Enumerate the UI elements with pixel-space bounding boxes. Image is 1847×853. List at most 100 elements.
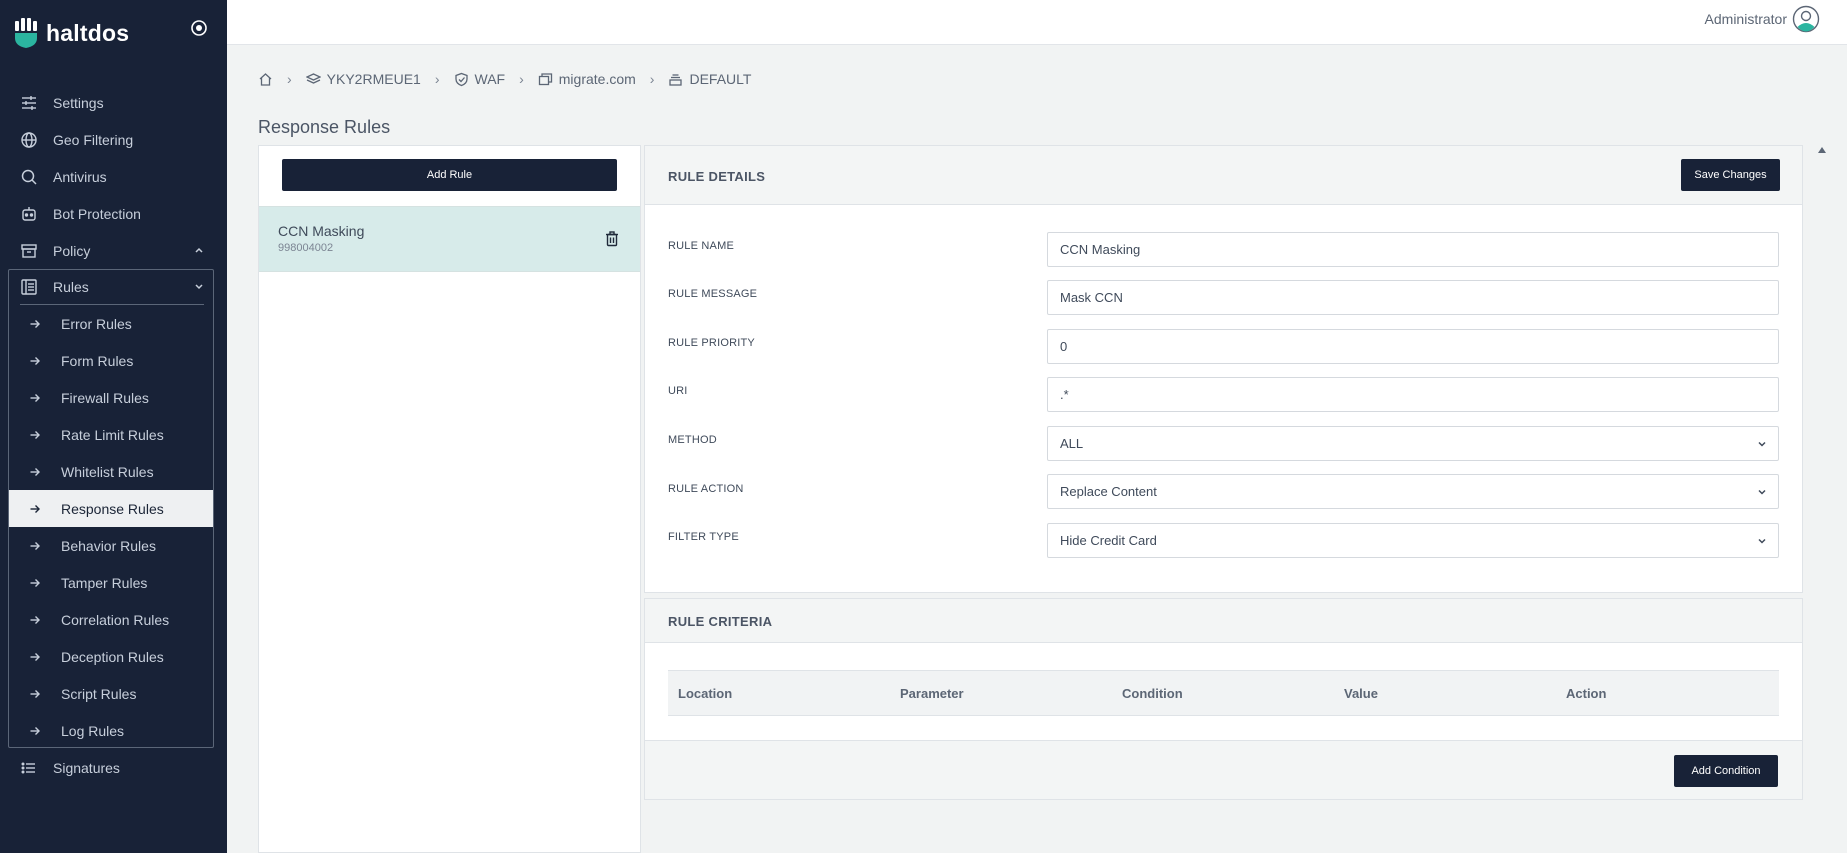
target-toggle-icon[interactable] (190, 19, 208, 37)
scroll-up-icon[interactable] (1817, 146, 1827, 154)
sidebar-subitem-correlation-rules[interactable]: Correlation Rules (9, 601, 213, 638)
rule-message-input[interactable]: Mask CCN (1047, 280, 1779, 315)
arrow-right-icon (29, 429, 41, 441)
sidebar-item-signatures[interactable]: Signatures (0, 749, 227, 786)
field-value: Mask CCN (1060, 290, 1123, 305)
search-icon (20, 168, 38, 186)
layers-icon (305, 72, 321, 84)
section-title: RULE CRITERIA (668, 614, 773, 629)
field-value: 0 (1060, 339, 1068, 354)
rule-item-id: 998004002 (278, 242, 334, 254)
sidebar-subitem-rate-limit-rules[interactable]: Rate Limit Rules (9, 416, 213, 453)
rule-item-name: CCN Masking (278, 223, 365, 239)
sidebar-item-policy[interactable]: Policy (0, 232, 227, 269)
windows-icon (538, 72, 552, 85)
chevron-up-icon (195, 247, 203, 253)
uri-label: URI (668, 385, 688, 397)
sidebar-subitem-behavior-rules[interactable]: Behavior Rules (9, 527, 213, 564)
chevron-down-icon (1758, 441, 1766, 447)
chevron-down-icon (1758, 489, 1766, 495)
save-changes-button[interactable]: Save Changes (1681, 159, 1780, 191)
sidebar-subitem-script-rules[interactable]: Script Rules (9, 675, 213, 712)
arrow-right-icon (29, 577, 41, 589)
breadcrumb-separator: › (287, 71, 292, 87)
breadcrumb-item-domain[interactable]: migrate.com (538, 71, 636, 87)
breadcrumb-separator: › (519, 71, 524, 87)
arrow-right-icon (29, 614, 41, 626)
sidebar-item-label: Policy (53, 242, 91, 259)
rule-action-select[interactable]: Replace Content (1047, 474, 1779, 509)
uri-input[interactable]: .* (1047, 377, 1779, 412)
arrow-right-icon (29, 466, 41, 478)
list-icon (20, 759, 38, 777)
user-name[interactable]: Administrator (1705, 11, 1787, 27)
sidebar-subitem-label: Form Rules (61, 352, 134, 369)
breadcrumb-separator: › (434, 71, 440, 87)
arrow-right-icon (29, 392, 41, 404)
sidebar-subitem-firewall-rules[interactable]: Firewall Rules (9, 379, 213, 416)
stack-icon (669, 73, 683, 86)
rule-priority-label: RULE PRIORITY (668, 337, 755, 349)
sidebar-subitem-label: Deception Rules (61, 648, 164, 665)
sidebar-subitem-response-rules[interactable]: Response Rules (9, 490, 213, 527)
sidebar-item-antivirus[interactable]: Antivirus (0, 158, 227, 195)
rule-list-panel: Add Rule CCN Masking 998004002 (258, 145, 641, 853)
sidebar-subitem-label: Response Rules (61, 500, 164, 517)
trash-icon[interactable] (605, 231, 619, 247)
home-icon[interactable] (258, 72, 273, 87)
field-value: Hide Credit Card (1060, 533, 1157, 548)
user-avatar-icon[interactable] (1792, 5, 1820, 33)
column-header-value: Value (1344, 686, 1378, 701)
field-value: .* (1060, 387, 1069, 402)
sidebar-item-label: Rules (53, 278, 89, 295)
shield-icon (454, 72, 468, 86)
column-header-parameter: Parameter (900, 686, 964, 701)
method-select[interactable]: ALL (1047, 426, 1779, 461)
breadcrumb-item-waf[interactable]: WAF (454, 71, 505, 87)
add-condition-button[interactable]: Add Condition (1674, 755, 1778, 787)
sidebar-item-rules[interactable]: Rules (0, 268, 227, 305)
column-header-condition: Condition (1122, 686, 1183, 701)
sliders-icon (20, 94, 38, 112)
rule-criteria-header: RULE CRITERIA (645, 599, 1802, 643)
top-bar: Administrator (227, 0, 1847, 45)
sidebar-item-settings[interactable]: Settings (0, 84, 227, 121)
sidebar-item-bot-protection[interactable]: Bot Protection (0, 195, 227, 232)
field-value: CCN Masking (1060, 242, 1141, 257)
archive-icon (20, 242, 38, 260)
add-rule-button[interactable]: Add Rule (282, 159, 617, 191)
rule-name-label: RULE NAME (668, 240, 734, 252)
sidebar-subitem-label: Log Rules (61, 722, 125, 739)
breadcrumb-item-profile: DEFAULT (668, 71, 751, 87)
rule-criteria-panel: RULE CRITERIA Location Parameter Conditi… (644, 598, 1803, 800)
sidebar-subitem-deception-rules[interactable]: Deception Rules (9, 638, 213, 675)
sidebar-item-geo-filtering[interactable]: Geo Filtering (0, 121, 227, 158)
filter-type-select[interactable]: Hide Credit Card (1047, 523, 1779, 558)
sidebar-subitem-form-rules[interactable]: Form Rules (9, 342, 213, 379)
rule-name-input[interactable]: CCN Masking (1047, 232, 1779, 267)
chevron-down-icon (195, 284, 203, 290)
brand-name: haltdos (46, 19, 130, 46)
rule-message-label: RULE MESSAGE (668, 288, 758, 300)
rule-action-label: RULE ACTION (668, 483, 744, 495)
rule-details-panel: RULE DETAILS Save Changes RULE NAME CCN … (644, 145, 1803, 593)
brand-logo[interactable]: haltdos (14, 18, 129, 48)
arrow-right-icon (29, 725, 41, 737)
breadcrumb-label: YKY2RMEUE1 (326, 71, 421, 87)
rule-priority-input[interactable]: 0 (1047, 329, 1779, 364)
sidebar-subitem-tamper-rules[interactable]: Tamper Rules (9, 564, 213, 601)
sidebar-subitem-error-rules[interactable]: Error Rules (9, 305, 213, 342)
column-header-location: Location (678, 686, 733, 701)
list-item[interactable]: CCN Masking 998004002 (259, 206, 640, 272)
sidebar-subitem-label: Rate Limit Rules (61, 426, 164, 443)
criteria-table-header: Location Parameter Condition Value Actio… (668, 670, 1779, 716)
chevron-down-icon (1758, 538, 1766, 544)
haltdos-logo-icon (15, 18, 37, 48)
method-label: METHOD (668, 434, 717, 446)
sidebar-item-label: Bot Protection (53, 205, 141, 222)
field-value: ALL (1060, 436, 1084, 451)
sidebar-subitem-whitelist-rules[interactable]: Whitelist Rules (9, 453, 213, 490)
arrow-right-icon (29, 651, 41, 663)
breadcrumb-item-account[interactable]: YKY2RMEUE1 (305, 71, 421, 87)
sidebar-subitem-log-rules[interactable]: Log Rules (9, 712, 213, 749)
